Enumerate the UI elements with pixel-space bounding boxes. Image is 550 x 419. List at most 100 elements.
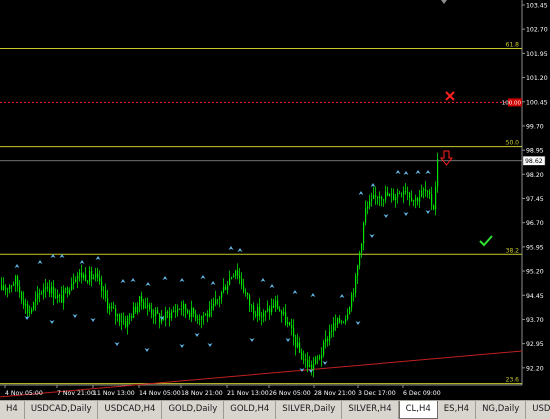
candle-body	[103, 290, 105, 292]
candle-body	[363, 222, 365, 244]
candle-body	[155, 310, 157, 317]
candle-body	[119, 314, 121, 322]
candle-body	[29, 312, 31, 314]
candle-body	[37, 293, 39, 299]
price-tick-label: 98.20	[526, 172, 544, 179]
candle-body	[261, 316, 263, 318]
candle-body	[299, 342, 301, 353]
candle-body	[383, 199, 385, 201]
chart-tab[interactable]: SILVER,Daily	[276, 401, 343, 419]
candle-body	[127, 317, 129, 327]
chart-tab[interactable]: H4	[0, 401, 25, 419]
candle-body	[53, 286, 55, 298]
time-tick-label: 4 Nov 05:00	[5, 390, 43, 397]
candle-body	[341, 321, 343, 323]
candle-body	[303, 359, 305, 361]
candle-body	[197, 319, 199, 320]
candle-body	[7, 288, 9, 290]
fib-level-label: 50.0	[506, 140, 520, 147]
candle-body	[61, 295, 63, 303]
candle-body	[397, 192, 399, 198]
candle-body	[289, 322, 291, 326]
candle-body	[209, 308, 211, 317]
candle-body	[359, 252, 361, 266]
candle-body	[109, 306, 111, 309]
candle-body	[357, 265, 359, 277]
chart-tab[interactable]: ES,H4	[438, 401, 477, 419]
candle-body	[185, 303, 187, 311]
candle-body	[153, 314, 155, 317]
candle-body	[213, 303, 215, 306]
candle-body	[315, 357, 317, 364]
candle-body	[55, 297, 57, 299]
chart-tab[interactable]: GOLD,H4	[224, 401, 277, 419]
candle-body	[165, 312, 167, 320]
candle-body	[329, 331, 331, 341]
candle-body	[145, 306, 147, 309]
candle-body	[259, 307, 261, 317]
candle-body	[1, 285, 3, 290]
candle-body	[191, 307, 193, 318]
price-chart[interactable]: 61.8 50.0 38.2 23.6 100.00 103.45 102.70 101.9…	[0, 0, 550, 400]
chart-tab[interactable]: USDCAD,Daily	[25, 401, 99, 419]
price-tick-label: 93.70	[526, 317, 544, 324]
candle-body	[355, 276, 357, 294]
price-tick-label: 98.95	[526, 148, 544, 155]
price-tick-label: 100.45	[526, 99, 548, 106]
candle-body	[51, 286, 53, 294]
candle-body	[255, 313, 257, 317]
candle-body	[23, 300, 25, 306]
chart-tab[interactable]: USDCAD,H4	[98, 401, 163, 419]
chart-tab[interactable]: GOLD,Daily	[162, 401, 225, 419]
time-tick-label: 21 Nov 13:00	[227, 390, 269, 397]
candle-body	[169, 313, 171, 319]
candle-body	[287, 322, 289, 325]
candle-body	[309, 364, 311, 367]
candle-body	[249, 295, 251, 306]
candle-body	[293, 327, 295, 337]
candle-body	[419, 196, 421, 202]
candle-body	[113, 307, 115, 309]
candle-body	[417, 198, 419, 202]
candle-body	[245, 291, 247, 293]
candle-body	[295, 336, 297, 347]
candle-body	[343, 321, 345, 323]
candle-body	[399, 192, 401, 194]
time-tick-label: 7 Nov 21:00	[57, 390, 95, 397]
candle-body	[31, 309, 33, 313]
candle-body	[409, 192, 411, 198]
candle-body	[393, 193, 395, 200]
candle-body	[83, 274, 85, 278]
price-tick-label: 96.70	[526, 220, 544, 227]
stop-level-label: 100.00	[502, 101, 522, 107]
candle-body	[101, 281, 103, 292]
candle-body	[35, 298, 37, 303]
candle-body	[215, 299, 217, 304]
candle-body	[403, 191, 405, 195]
candle-body	[323, 342, 325, 356]
chart-tab[interactable]: CL,H4	[398, 401, 438, 419]
candle-body	[203, 315, 205, 317]
candle-body	[43, 289, 45, 294]
chart-tab[interactable]: NG,Daily	[476, 401, 527, 419]
candle-body	[375, 195, 377, 197]
candle-body	[427, 191, 429, 193]
candle-body	[243, 285, 245, 292]
candle-body	[57, 295, 59, 298]
candle-body	[159, 313, 161, 323]
candle-body	[177, 308, 179, 312]
chart-tab[interactable]: SILVER,H4	[342, 401, 399, 419]
candle-body	[121, 321, 123, 323]
candle-body	[195, 313, 197, 320]
candle-body	[93, 277, 95, 279]
candle-body	[59, 295, 61, 296]
candle-body	[405, 191, 407, 193]
candle-body	[179, 308, 181, 310]
candle-body	[131, 316, 133, 318]
chart-tab[interactable]: USDMXN,H4	[526, 401, 550, 419]
candle-body	[347, 314, 349, 320]
candle-body	[389, 194, 391, 196]
candle-body	[147, 304, 149, 307]
candle-body	[423, 189, 425, 191]
candle-body	[235, 270, 237, 276]
